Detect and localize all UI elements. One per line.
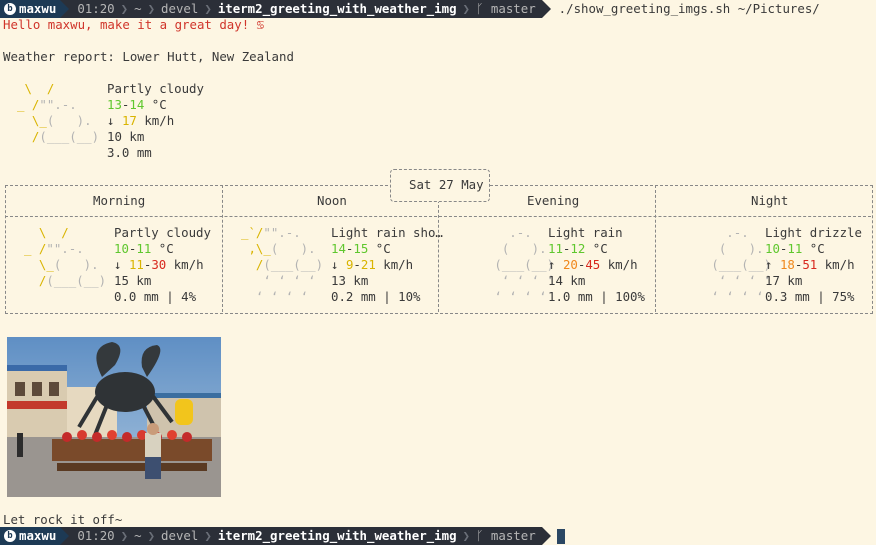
wind-direction-icon: ↓ xyxy=(114,257,122,272)
morning-condition: Partly cloudy xyxy=(114,225,211,240)
segment-arrow-icon xyxy=(541,527,551,545)
column-divider xyxy=(222,185,223,312)
night-info: Light drizzle 10-11 °C ↑ 18-51 km/h 17 k… xyxy=(765,225,862,304)
evening-precip: 1.0 mm | 100% xyxy=(548,289,645,304)
command-text: ./show_greeting_imgs.sh ~/Pictures/ xyxy=(558,1,820,16)
night-wind-low: 18 xyxy=(779,257,795,272)
column-divider xyxy=(655,185,656,312)
prompt-dir-current: iterm2_greeting_with_weather_img xyxy=(217,1,457,16)
prompt-dir-devel: devel xyxy=(161,528,199,543)
path-segment: 01:20 ❯ ~ ❯ devel ❯ iterm2_greeting_with_weath… xyxy=(69,527,542,545)
current-condition: Partly cloudy xyxy=(107,81,204,96)
current-temp-low: 13 xyxy=(107,97,122,112)
prompt-branch: master xyxy=(490,1,536,16)
evening-visibility: 14 km xyxy=(548,273,586,288)
noon-precip: 0.2 mm | 10% xyxy=(331,289,421,304)
evening-info: Light rain 11-12 °C ↑ 20-45 km/h 14 km 1… xyxy=(548,225,645,304)
noon-info: Light rain sho… 14-15 °C ↓ 9-21 km/h 13 … xyxy=(331,225,443,304)
current-precip: 3.0 mm xyxy=(107,145,152,160)
b-logo-icon: b xyxy=(4,3,16,15)
noon-wind-low: 9 xyxy=(345,257,354,272)
night-wind-high: 51 xyxy=(802,257,818,272)
morning-precip: 0.0 mm | 4% xyxy=(114,289,197,304)
current-weather-art: \ / _ /"".-. \_( ). /(___(__) xyxy=(17,81,100,144)
b-logo-icon: b xyxy=(4,530,16,542)
night-weather-art: .-. ( ). (___(__) ‘ ‘ ‘ ‘ ‘ ‘ ‘ ‘ xyxy=(711,225,772,304)
forecast-date: Sat 27 May xyxy=(409,177,484,192)
evening-temp-high: 12 xyxy=(570,241,586,256)
current-wind-unit: km/h xyxy=(136,113,175,128)
period-header-morning: Morning xyxy=(93,193,146,208)
evening-temp-low: 11 xyxy=(548,241,563,256)
user-segment: b maxwu xyxy=(0,0,61,18)
noon-condition: Light rain sho… xyxy=(331,225,443,240)
git-branch-icon: ᚴ xyxy=(476,528,491,543)
prompt-user: maxwu xyxy=(19,1,57,16)
wind-direction-icon: ↑ xyxy=(548,257,556,272)
evening-condition: Light rain xyxy=(548,225,623,240)
night-condition: Light drizzle xyxy=(765,225,862,240)
wind-direction-icon: ↓ xyxy=(331,257,339,272)
morning-wind-low: 11 xyxy=(128,257,144,272)
evening-weather-art: .-. ( ). (___(__) ‘ ‘ ‘ ‘ ‘ ‘ ‘ ‘ xyxy=(494,225,555,304)
segment-arrow-icon xyxy=(60,527,70,545)
current-temp-unit: °C xyxy=(144,97,167,112)
prompt-home: ~ xyxy=(134,1,142,16)
git-branch-icon: ᚴ xyxy=(476,1,491,16)
prompt-branch: master xyxy=(490,528,536,543)
current-visibility: 10 km xyxy=(107,129,145,144)
prompt-time: 01:20 xyxy=(77,1,115,16)
noon-temp-high: 15 xyxy=(353,241,369,256)
noon-visibility: 13 km xyxy=(331,273,369,288)
morning-visibility: 15 km xyxy=(114,273,152,288)
morning-weather-art: \ / _ /"".-. \_( ). /(___(__) xyxy=(24,225,107,288)
current-temp-high: 14 xyxy=(129,97,145,112)
noon-weather-art: _`/"".-. ,\_( ). /(___(__) ‘ ‘ ‘ ‘ ‘ ‘ ‘… xyxy=(241,225,324,304)
greeting-photo xyxy=(7,337,221,497)
prompt-dir-devel: devel xyxy=(161,1,199,16)
prompt-bar-bottom: b maxwu 01:20 ❯ ~ ❯ devel ❯ iterm2_greeting_wit… xyxy=(0,527,876,545)
greeting-text: Hello maxwu, make it a great day! ♋ xyxy=(3,17,265,32)
weather-report-label: Weather report: Lower Hutt, New Zealand xyxy=(3,49,294,64)
night-visibility: 17 km xyxy=(765,273,803,288)
segment-arrow-icon xyxy=(541,0,551,18)
evening-wind-high: 45 xyxy=(585,257,601,272)
current-weather-info: Partly cloudy 13-14 °C ↓ 17 km/h 10 km 3… xyxy=(107,81,204,160)
period-header-noon: Noon xyxy=(317,193,347,208)
morning-info: Partly cloudy 10-11 °C ↓ 11-30 km/h 15 k… xyxy=(114,225,211,304)
morning-temp-high: 11 xyxy=(136,241,152,256)
morning-temp-low: 10 xyxy=(114,241,129,256)
night-temp-low: 10 xyxy=(765,241,780,256)
noon-temp-low: 14 xyxy=(331,241,346,256)
path-segment: 01:20 ❯ ~ ❯ devel ❯ iterm2_greeting_with_weath… xyxy=(69,0,542,18)
current-wind: 17 xyxy=(121,113,137,128)
prompt-home: ~ xyxy=(134,528,142,543)
terminal-cursor[interactable] xyxy=(556,528,565,544)
period-header-night: Night xyxy=(751,193,789,208)
prompt-bar-top: b maxwu 01:20 ❯ ~ ❯ devel ❯ iterm2_greeting_wit… xyxy=(0,0,876,18)
night-precip: 0.3 mm | 75% xyxy=(765,289,855,304)
prompt-time: 01:20 xyxy=(77,528,115,543)
footer-text: Let rock it off~ xyxy=(3,512,123,527)
wind-direction-icon: ↑ xyxy=(765,257,773,272)
segment-arrow-icon xyxy=(60,0,70,18)
evening-wind-low: 20 xyxy=(562,257,578,272)
prompt-dir-current: iterm2_greeting_with_weather_img xyxy=(217,528,457,543)
user-segment: b maxwu xyxy=(0,527,61,545)
morning-wind-high: 30 xyxy=(151,257,167,272)
noon-wind-high: 21 xyxy=(360,257,376,272)
period-header-evening: Evening xyxy=(527,193,580,208)
prompt-user: maxwu xyxy=(19,528,57,543)
night-temp-high: 11 xyxy=(787,241,803,256)
wind-direction-icon: ↓ xyxy=(107,113,115,128)
